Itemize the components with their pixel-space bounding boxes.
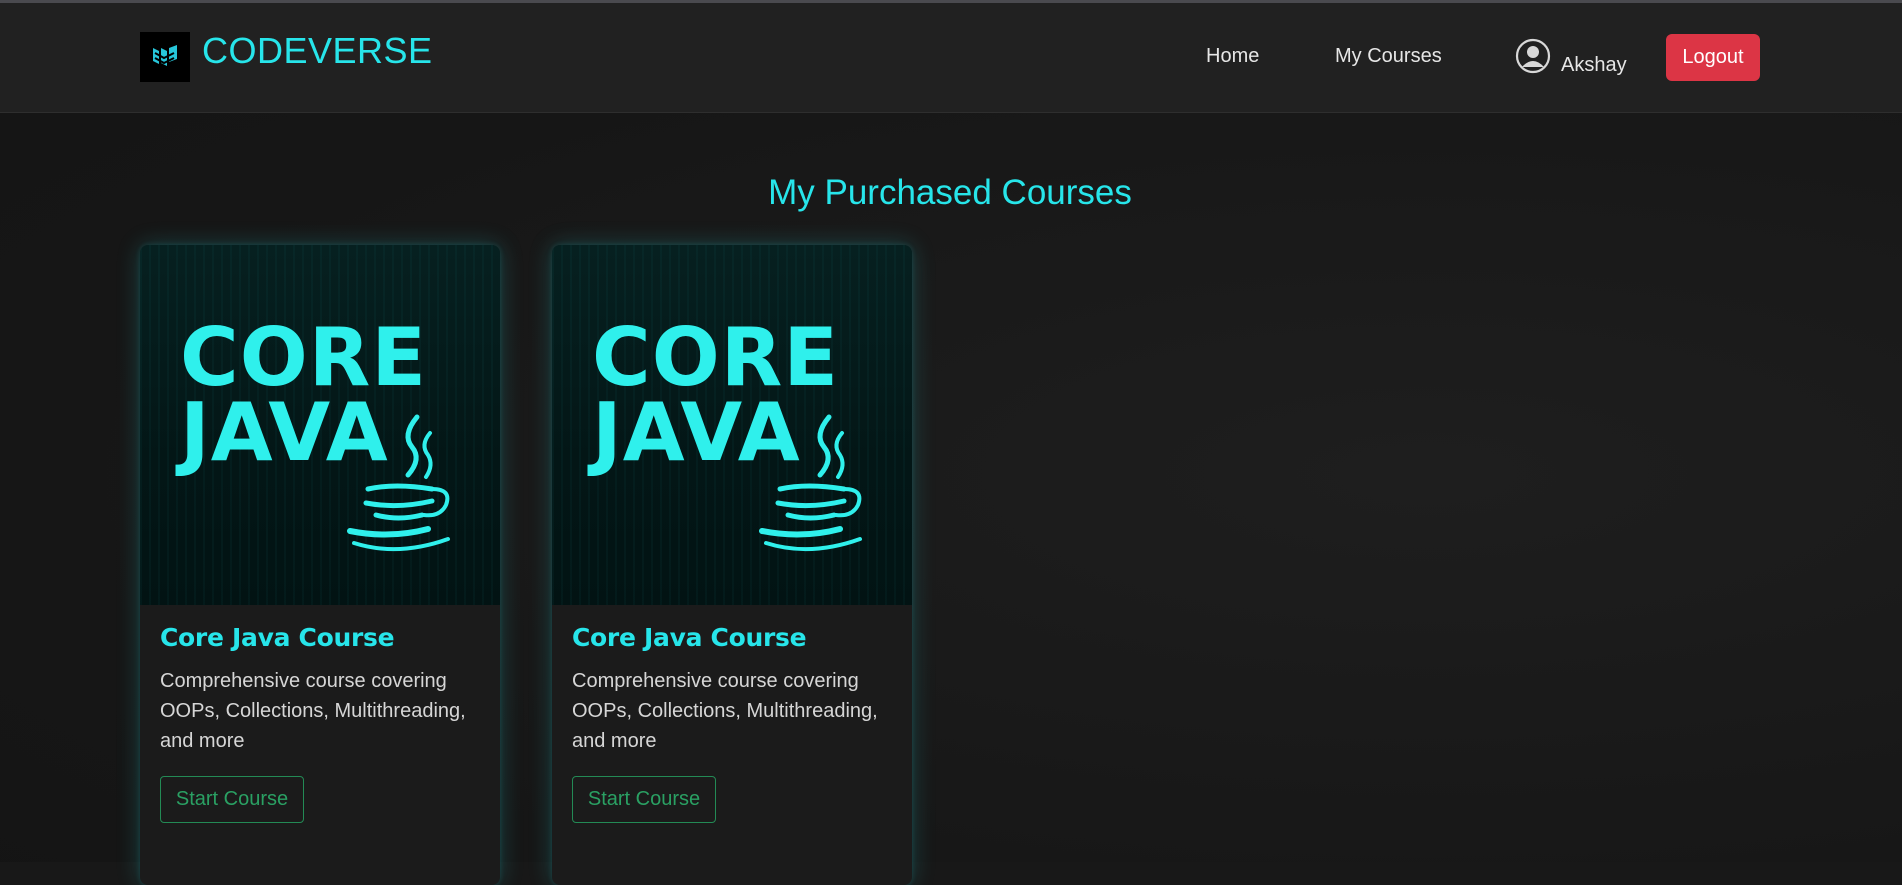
course-image-text-line-2: JAVA bbox=[587, 386, 801, 479]
course-card: CORE JAVA Core Java Course Comprehensive… bbox=[140, 245, 500, 885]
card-body: Core Java Course Comprehensive course co… bbox=[552, 605, 912, 841]
course-image-text-line-2: JAVA bbox=[175, 386, 389, 479]
course-card: CORE JAVA Core Java Course Comprehensive… bbox=[552, 245, 912, 885]
course-image: CORE JAVA bbox=[140, 245, 500, 605]
course-title: Core Java Course bbox=[160, 623, 395, 652]
navbar: CODEVERSE Home My Courses Akshay Logout bbox=[0, 3, 1902, 113]
brand-name: CODEVERSE bbox=[202, 30, 433, 71]
start-course-button[interactable]: Start Course bbox=[572, 776, 716, 823]
user-menu[interactable]: Akshay bbox=[1515, 38, 1627, 79]
user-avatar-icon bbox=[1515, 38, 1551, 79]
brand[interactable]: CODEVERSE bbox=[140, 30, 433, 82]
start-course-button[interactable]: Start Course bbox=[160, 776, 304, 823]
nav-home-link[interactable]: Home bbox=[1206, 45, 1259, 68]
course-description: Comprehensive course covering OOPs, Coll… bbox=[160, 670, 466, 752]
nav-my-courses-link[interactable]: My Courses bbox=[1335, 45, 1442, 68]
course-description: Comprehensive course covering OOPs, Coll… bbox=[572, 670, 878, 752]
codeverse-logo-icon bbox=[140, 32, 190, 82]
user-name: Akshay bbox=[1561, 54, 1627, 76]
card-body: Core Java Course Comprehensive course co… bbox=[140, 605, 500, 841]
course-title: Core Java Course bbox=[572, 623, 807, 652]
logout-button[interactable]: Logout bbox=[1666, 34, 1760, 81]
page-title: My Purchased Courses bbox=[768, 173, 1132, 212]
course-image: CORE JAVA bbox=[552, 245, 912, 605]
